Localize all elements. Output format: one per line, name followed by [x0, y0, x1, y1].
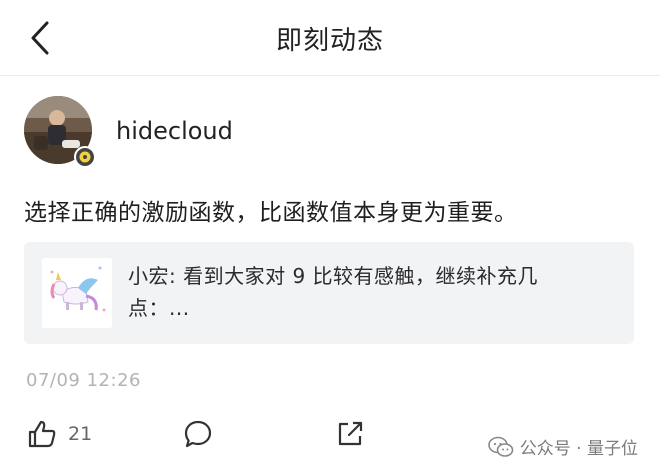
avatar[interactable]	[24, 96, 96, 168]
watermark-text: 公众号 · 量子位	[519, 439, 638, 459]
like-button[interactable]: 21	[26, 416, 92, 452]
quoted-post-text: 小宏: 看到大家对 9 比较有感触，继续补充几点：...	[128, 264, 539, 320]
page-title: 即刻动态	[275, 26, 384, 56]
speech-bubble-icon	[184, 420, 212, 448]
thumbs-up-icon	[28, 420, 56, 448]
post-text: 选择正确的激励函数，比函数值本身更为重要。	[24, 200, 518, 226]
comment-button[interactable]	[182, 416, 214, 452]
watermark: 公众号 · 量子位	[487, 434, 638, 459]
unicorn-thumbnail	[42, 258, 112, 328]
gear-badge-icon	[74, 146, 96, 168]
author-name[interactable]: hidecloud	[116, 117, 233, 145]
post-timestamp: 07/09 12:26	[26, 370, 141, 391]
top-bar: 即刻动态	[0, 0, 660, 76]
author-row: hidecloud	[24, 96, 233, 168]
quoted-post-card[interactable]: 小宏: 看到大家对 9 比较有感触，继续补充几点：...	[24, 242, 634, 344]
share-out-icon	[338, 421, 363, 446]
like-count: 21	[68, 423, 93, 445]
wechat-icon	[487, 436, 514, 457]
share-button[interactable]	[334, 416, 366, 452]
